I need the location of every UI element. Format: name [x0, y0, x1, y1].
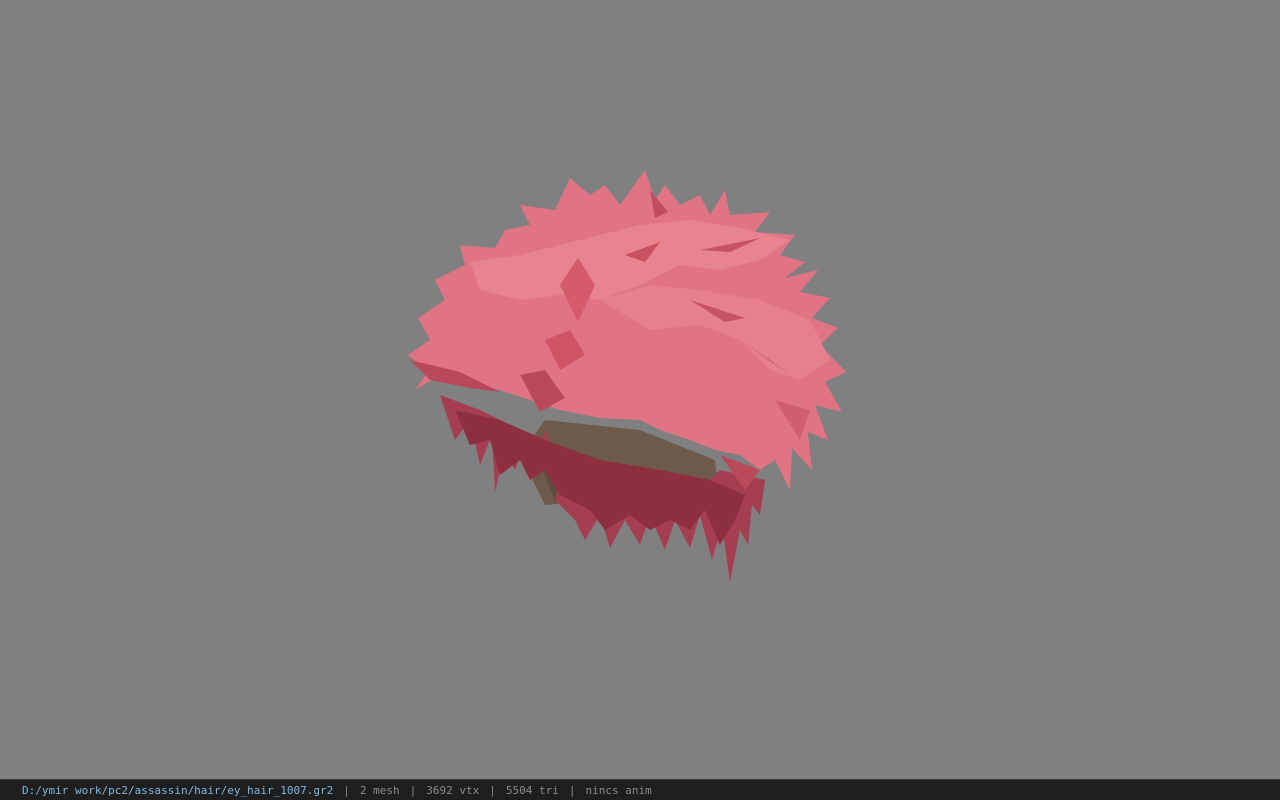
hair-model-render: [408, 170, 846, 582]
vertex-count: 3692 vtx: [426, 783, 480, 797]
separator: |: [409, 783, 417, 797]
animation-status: nincs anim: [585, 783, 652, 797]
triangle-count: 5504 tri: [505, 783, 559, 797]
mesh-count: 2 mesh: [359, 783, 400, 797]
3d-viewport[interactable]: [0, 0, 1280, 779]
separator: |: [568, 783, 576, 797]
separator: |: [343, 783, 350, 797]
file-path: D:/ymir work/pc2/assassin/hair/ey_hair_1…: [22, 783, 334, 797]
status-bar: D:/ymir work/pc2/assassin/hair/ey_hair_1…: [0, 779, 1280, 800]
separator: |: [489, 783, 496, 797]
